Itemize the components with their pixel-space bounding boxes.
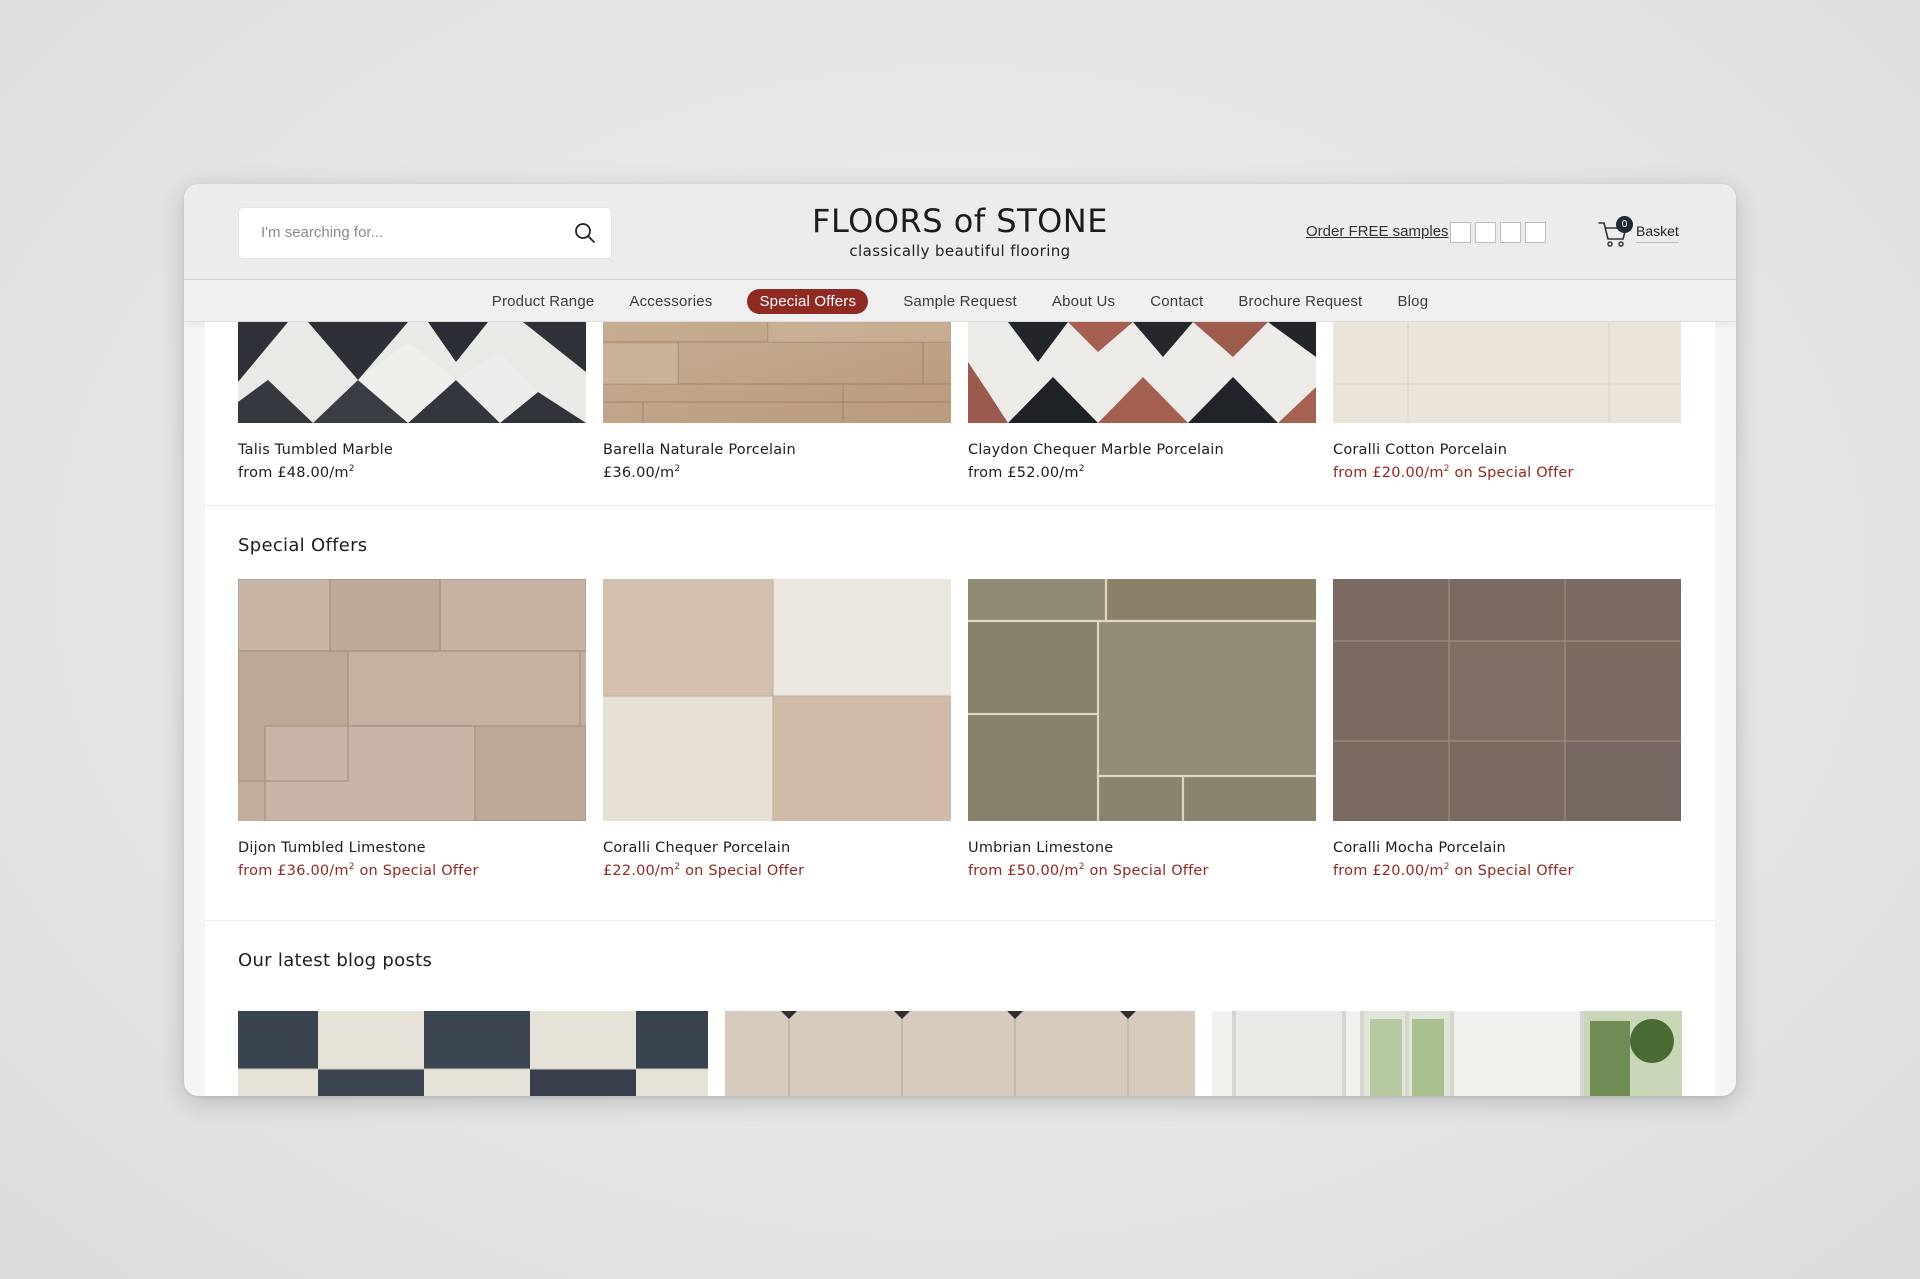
price-prefix: from [238, 465, 278, 481]
nav-item-about-us[interactable]: About Us [1052, 293, 1115, 310]
product-image[interactable] [1333, 322, 1681, 423]
product-price: from £48.00/m2 [238, 465, 586, 481]
product-name[interactable]: Talis Tumbled Marble [238, 442, 586, 458]
product-image[interactable] [968, 322, 1316, 423]
search-placeholder: I'm searching for... [261, 224, 384, 241]
basket-label: Basket [1636, 223, 1679, 243]
blog-post-image[interactable] [725, 1011, 1195, 1096]
offer-text: on Special Offer [1449, 863, 1574, 879]
price-value: £20.00/m [1372, 465, 1444, 481]
price-value: £36.00/m [277, 863, 349, 879]
price-prefix: from [968, 465, 1008, 481]
price-value: £52.00/m [1007, 465, 1079, 481]
product-price: from £20.00/m2 on Special Offer [1333, 863, 1681, 879]
special-offers-heading: Special Offers [238, 535, 368, 556]
product-name[interactable]: Barella Naturale Porcelain [603, 442, 951, 458]
blog-post-image[interactable] [1212, 1011, 1682, 1096]
product-image[interactable] [968, 579, 1316, 821]
price-unit-sup: 2 [1078, 464, 1085, 475]
price-value: £50.00/m [1007, 863, 1079, 879]
price-value: £48.00/m [277, 465, 349, 481]
product-card[interactable]: Dijon Tumbled Limestone from £36.00/m2 o… [238, 579, 586, 879]
price-prefix: from [1333, 465, 1373, 481]
product-price: from £20.00/m2 on Special Offer [1333, 465, 1681, 481]
product-image[interactable] [238, 322, 586, 423]
product-image[interactable] [1333, 579, 1681, 821]
product-card[interactable]: Coralli Mocha Porcelain from £20.00/m2 o… [1333, 579, 1681, 879]
sample-slot [1475, 222, 1496, 243]
product-card[interactable]: Coralli Chequer Porcelain £22.00/m2 on S… [603, 579, 951, 879]
product-image[interactable] [603, 322, 951, 423]
price-prefix: from [968, 863, 1008, 879]
offer-text: on Special Offer [1449, 465, 1574, 481]
price-value: £22.00/m [603, 863, 675, 879]
sample-slot [1450, 222, 1471, 243]
site-header: I'm searching for... FLOORS of STONE cla… [184, 184, 1736, 280]
basket-count-badge: 0 [1616, 216, 1633, 233]
price-prefix: from [1333, 863, 1373, 879]
price-prefix: from [238, 863, 278, 879]
product-price: from £52.00/m2 [968, 465, 1316, 481]
product-name[interactable]: Claydon Chequer Marble Porcelain [968, 442, 1316, 458]
price-value: £36.00/m [603, 465, 675, 481]
page-content: Talis Tumbled Marble from £48.00/m2 Bare… [205, 322, 1715, 1096]
search-icon[interactable] [573, 221, 597, 245]
offer-text: on Special Offer [680, 863, 805, 879]
nav-item-accessories[interactable]: Accessories [629, 293, 712, 310]
nav-item-brochure-request[interactable]: Brochure Request [1238, 293, 1362, 310]
product-name[interactable]: Coralli Cotton Porcelain [1333, 442, 1681, 458]
product-card[interactable]: Talis Tumbled Marble from £48.00/m2 [238, 322, 586, 481]
product-card[interactable]: Umbrian Limestone from £50.00/m2 on Spec… [968, 579, 1316, 879]
product-card[interactable]: Coralli Cotton Porcelain from £20.00/m2 … [1333, 322, 1681, 481]
sample-slots [1450, 222, 1546, 243]
product-image[interactable] [603, 579, 951, 821]
price-unit-sup: 2 [348, 464, 355, 475]
site-logo[interactable]: FLOORS of STONE classically beautiful fl… [750, 202, 1170, 260]
price-value: £20.00/m [1372, 863, 1444, 879]
blog-post-image[interactable] [238, 1011, 708, 1096]
product-card[interactable]: Claydon Chequer Marble Porcelain from £5… [968, 322, 1316, 481]
nav-item-product-range[interactable]: Product Range [492, 293, 595, 310]
main-navigation: Product Range Accessories Special Offers… [184, 280, 1736, 322]
price-unit-sup: 2 [674, 464, 681, 475]
sample-slot [1525, 222, 1546, 243]
product-card[interactable]: Barella Naturale Porcelain £36.00/m2 [603, 322, 951, 481]
nav-item-blog[interactable]: Blog [1397, 293, 1428, 310]
section-divider [205, 920, 1715, 921]
search-input[interactable]: I'm searching for... [239, 208, 611, 258]
logo-title: FLOORS of STONE [812, 202, 1108, 240]
nav-item-contact[interactable]: Contact [1150, 293, 1203, 310]
product-price: £36.00/m2 [603, 465, 951, 481]
order-free-samples-link[interactable]: Order FREE samples [1306, 223, 1449, 240]
blog-heading: Our latest blog posts [238, 950, 433, 971]
product-name[interactable]: Umbrian Limestone [968, 840, 1316, 856]
section-divider [205, 505, 1715, 506]
offer-text: on Special Offer [354, 863, 479, 879]
product-name[interactable]: Coralli Chequer Porcelain [603, 840, 951, 856]
product-price: £22.00/m2 on Special Offer [603, 863, 951, 879]
sample-slot [1500, 222, 1521, 243]
product-price: from £36.00/m2 on Special Offer [238, 863, 586, 879]
nav-item-sample-request[interactable]: Sample Request [903, 293, 1017, 310]
offer-text: on Special Offer [1084, 863, 1209, 879]
browser-window: I'm searching for... FLOORS of STONE cla… [184, 184, 1736, 1096]
product-image[interactable] [238, 579, 586, 821]
product-name[interactable]: Dijon Tumbled Limestone [238, 840, 586, 856]
product-price: from £50.00/m2 on Special Offer [968, 863, 1316, 879]
basket-button[interactable]: 0 Basket [1598, 214, 1688, 250]
product-name[interactable]: Coralli Mocha Porcelain [1333, 840, 1681, 856]
nav-item-special-offers[interactable]: Special Offers [747, 288, 869, 314]
logo-tagline: classically beautiful flooring [849, 242, 1071, 260]
